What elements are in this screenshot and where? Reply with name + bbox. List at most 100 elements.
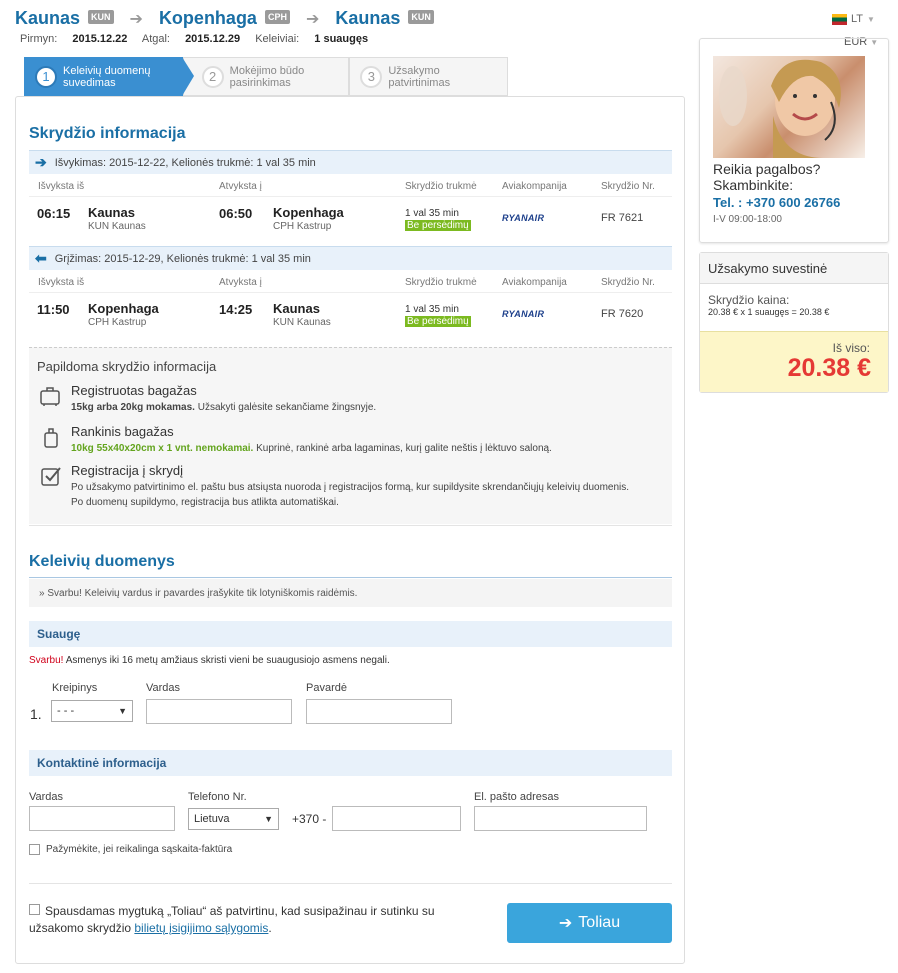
chevron-down-icon: ▼ [118, 706, 127, 716]
extra-info-title: Papildoma skrydžio informacija [37, 359, 217, 374]
lithuania-flag-icon [832, 13, 847, 25]
ryanair-logo: RYANAIR [502, 309, 545, 319]
col-arrives: Atvyksta į [219, 277, 262, 288]
checked-baggage-note: Užsakyti galėsite sekančiame žingsnyje. [194, 402, 377, 413]
return-flight-no: FR 7620 [601, 308, 644, 320]
country-select[interactable]: Lietuva ▼ [188, 808, 279, 830]
country-select-value: Lietuva [194, 813, 230, 825]
outbound-header-text: Išvykimas: 2015-12-22, Kelionės trukmė: … [54, 156, 316, 169]
invoice-label: Pažymėkite, jei reikalinga sąskaita-fakt… [46, 844, 233, 855]
return-city: Kaunas [335, 8, 401, 28]
warning-text: Asmenys iki 16 metų amžiaus skristi vien… [63, 655, 390, 666]
passenger-row-number: 1. [30, 706, 42, 722]
terms-line1: Spausdamas mygtuką „Toliau“ aš patvirtin… [45, 904, 435, 918]
phone-prefix: +370 - [292, 812, 327, 826]
last-name-label: Pavardė [306, 682, 347, 694]
checkin-line2: Po duomenų supildymo, registracija bus a… [71, 497, 339, 508]
origin-code-badge: KUN [88, 9, 114, 24]
checkout-steps: 1 Keleivių duomenų suvedimas 2 Mokėjimo b… [24, 57, 509, 96]
hand-baggage-note: Kuprinė, rankinė arba lagaminas, kurį ga… [253, 443, 552, 454]
first-name-input[interactable] [146, 699, 292, 724]
destination-code-badge: CPH [264, 9, 290, 24]
step-confirmation[interactable]: 3 Užsakymo patvirtinimas [349, 57, 509, 96]
total-label: Iš viso: [832, 341, 870, 355]
title-label: Kreipinys [52, 682, 98, 694]
step-number: 1 [35, 65, 57, 88]
outbound-flight-no: FR 7621 [601, 212, 644, 224]
checked-baggage-text: 15kg arba 20kg mokamas. Užsakyti galėsit… [71, 400, 376, 415]
outbound-arr-airport: CPH Kastrup [273, 221, 332, 232]
phone-input[interactable] [332, 806, 461, 831]
outbound-duration: 1 val 35 min [405, 208, 459, 219]
divider [29, 883, 672, 884]
col-duration: Skrydžio trukmė [405, 181, 477, 192]
trip-summary-line: Pirmyn: 2015.12.22 Atgal: 2015.12.29 Kel… [20, 33, 380, 45]
hand-baggage-title: Rankinis bagažas [71, 424, 174, 439]
next-button-label: Toliau [578, 914, 621, 931]
return-dep-city: Kopenhaga [88, 301, 159, 316]
arrow-right-icon: ➔ [129, 10, 143, 28]
checkbox-checked-icon [41, 467, 61, 486]
help-box: Reikia pagalbos? Skambinkite: Tel. : +37… [699, 38, 889, 243]
next-button[interactable]: ➔ Toliau [507, 903, 672, 943]
outbound-dep-time: 06:15 [37, 206, 71, 221]
return-header-text: Grįžimas: 2015-12-29, Kelionės trukmė: 1… [54, 252, 311, 265]
return-arr-city: Kaunas [273, 301, 320, 316]
title-select[interactable]: - - - ▼ [51, 700, 133, 722]
invoice-option[interactable]: Pažymėkite, jei reikalinga sąskaita-fakt… [29, 844, 232, 855]
help-hours: I-V 09:00-18:00 [713, 214, 782, 225]
pax-value: 1 suaugęs [314, 33, 369, 45]
route-header: Kaunas KUN ➔ Kopenhaga CPH ➔ Kaunas KUN [15, 8, 434, 29]
phone-label: Telefono Nr. [188, 791, 247, 803]
step-label: Keleivių duomenų [63, 64, 151, 77]
back-date: 2015.12.29 [185, 33, 241, 45]
terms-tail: . [268, 921, 272, 935]
contact-name-input[interactable] [29, 806, 175, 831]
price-label: Skrydžio kaina: [708, 293, 790, 307]
arrow-right-icon: ➔ [305, 10, 320, 28]
there-date: 2015.12.22 [72, 33, 128, 45]
booking-form-panel: Skrydžio informacija ➔ Išvykimas: 2015-1… [15, 96, 685, 964]
email-input[interactable] [474, 806, 647, 831]
terms-link[interactable]: bilietų įsigijimo sąlygomis [134, 921, 268, 935]
step-passenger-data[interactable]: 1 Keleivių duomenų suvedimas [24, 57, 194, 96]
checked-baggage-bold: 15kg arba 20kg mokamas. [71, 402, 195, 413]
language-selector[interactable]: LT ▼ [832, 13, 875, 25]
age-warning: Svarbu! Asmenys iki 16 metų amžiaus skri… [29, 655, 390, 666]
outbound-dep-airport: KUN Kaunas [88, 221, 146, 232]
direct-flight-badge: Be persėdimų [405, 316, 471, 327]
step-label: suvedimas [63, 76, 116, 89]
divider [29, 196, 672, 197]
col-flight-no: Skrydžio Nr. [601, 277, 655, 288]
checkin-line1: Po užsakymo patvirtinimo el. paštu bus a… [71, 482, 630, 493]
step-number: 2 [201, 65, 224, 88]
destination-city: Kopenhaga [158, 8, 257, 28]
arrow-left-icon: ⬅ [35, 250, 47, 266]
ryanair-logo: RYANAIR [502, 213, 545, 223]
summary-title: Užsakymo suvestinė [700, 253, 888, 284]
col-airline: Aviakompanija [502, 277, 567, 288]
col-duration: Skrydžio trukmė [405, 277, 477, 288]
return-duration: 1 val 35 min [405, 304, 459, 315]
outbound-dep-city: Kaunas [88, 205, 135, 220]
last-name-input[interactable] [306, 699, 452, 724]
step-label: patvirtinimas [388, 76, 451, 89]
return-arr-time: 14:25 [219, 302, 253, 317]
outbound-arr-city: Kopenhaga [273, 205, 344, 220]
extra-flight-info: Papildoma skrydžio informacija Registruo… [29, 347, 672, 524]
there-label: Pirmyn: [20, 33, 58, 45]
return-arr-airport: KUN Kaunas [273, 317, 331, 328]
checkin-text: Po užsakymo patvirtinimo el. paštu bus a… [71, 480, 666, 510]
return-dep-time: 11:50 [37, 302, 70, 317]
col-flight-no: Skrydžio Nr. [601, 181, 655, 192]
terms-line2: užsakomo skrydžio [29, 921, 135, 935]
support-agent-illustration [719, 59, 841, 158]
step-label: Užsakymo [388, 64, 440, 77]
help-phone[interactable]: Tel. : +370 600 26766 [713, 195, 840, 210]
contact-band: Kontaktinė informacija [29, 750, 672, 776]
total-box: Iš viso: 20.38 € [700, 331, 888, 392]
terms-text: Spausdamas mygtuką „Toliau“ aš patvirtin… [29, 903, 474, 937]
invoice-checkbox[interactable] [29, 844, 40, 855]
contact-name-label: Vardas [29, 791, 64, 803]
step-payment-method[interactable]: 2 Mokėjimo būdo pasirinkimas [182, 57, 350, 96]
